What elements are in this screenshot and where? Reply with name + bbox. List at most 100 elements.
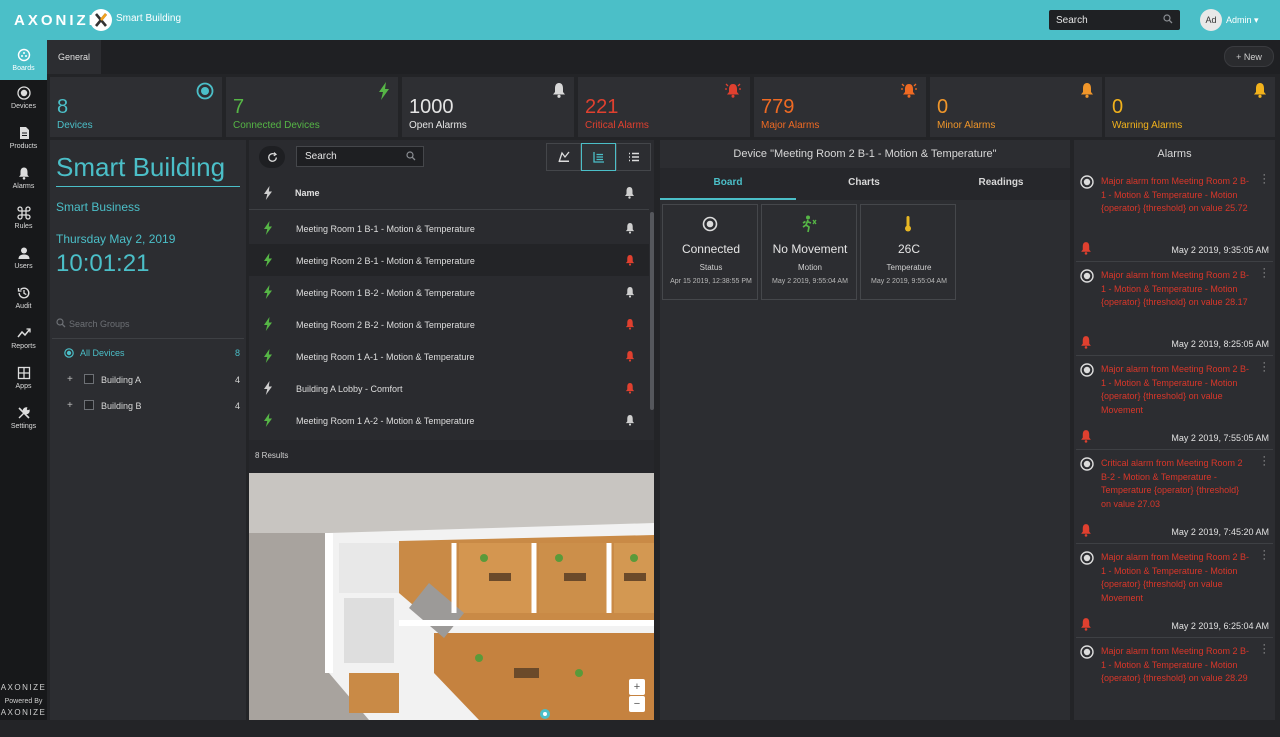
title-underline <box>56 186 240 187</box>
status-card[interactable]: Connected Status Apr 15 2019, 12:38:55 P… <box>662 204 758 300</box>
stat-card-major-alarms[interactable]: 779 Major Alarms <box>754 77 926 137</box>
group-count: 8 <box>234 348 240 358</box>
nav-item-rules[interactable]: Rules <box>0 198 47 238</box>
group-building-b[interactable]: + Building B 4 <box>52 398 244 416</box>
app-logo-icon[interactable] <box>90 9 112 31</box>
stat-card-warning-alarms[interactable]: 0 Warning Alarms <box>1105 77 1275 137</box>
user-menu[interactable]: Admin ▾ <box>1226 15 1259 26</box>
list-view-button[interactable] <box>616 143 651 171</box>
nav-item-devices[interactable]: Devices <box>0 78 47 118</box>
trend-icon <box>16 328 31 338</box>
brand-logo[interactable]: AXONIZE <box>14 12 102 29</box>
search-icon <box>1163 14 1173 27</box>
footer-logo: AXONIZE <box>0 708 47 717</box>
temperature-card[interactable]: 26C Temperature May 2 2019, 9:55:04 AM <box>860 204 956 300</box>
device-row[interactable]: Meeting Room 1 B-2 - Motion & Temperatur… <box>249 276 649 308</box>
stat-card-connected-devices[interactable]: 7 Connected Devices <box>226 77 398 137</box>
alarm-date: May 2 2019, 7:55:05 AM <box>1171 433 1269 443</box>
group-search-input[interactable]: Search Groups <box>56 318 130 330</box>
radio-selected-icon[interactable] <box>64 348 74 360</box>
nav-item-settings[interactable]: Settings <box>0 398 47 438</box>
expand-icon[interactable]: + <box>67 374 73 385</box>
device-row[interactable]: Building A Lobby - Comfort <box>249 372 649 404</box>
nav-item-users[interactable]: Users <box>0 238 47 278</box>
tab-board[interactable]: Board <box>660 170 796 200</box>
bell-icon <box>625 254 635 268</box>
floor-plan-image <box>249 473 654 720</box>
floor-plan-map[interactable]: + − <box>249 473 654 720</box>
alarm-entry[interactable]: Major alarm from Meeting Room 2 B-1 - Mo… <box>1074 358 1275 455</box>
alarm-entry[interactable]: Major alarm from Meeting Room 2 B-1 - Mo… <box>1074 170 1275 267</box>
alarm-status-icon <box>1080 175 1094 194</box>
bell-icon <box>625 350 635 364</box>
bell-icon <box>1080 82 1094 103</box>
nav-item-audit[interactable]: Audit <box>0 278 47 318</box>
boards-icon <box>17 48 30 62</box>
tab-general[interactable]: General <box>47 40 101 74</box>
expand-icon[interactable]: + <box>67 400 73 411</box>
column-header-name[interactable]: Name <box>295 188 320 198</box>
nav-label: Devices <box>11 103 36 110</box>
alarm-entry[interactable]: Major alarm from Meeting Room 2 B-1 - Mo… <box>1074 546 1275 643</box>
device-detail-title: Device "Meeting Room 2 B-1 - Motion & Te… <box>733 148 997 160</box>
avatar[interactable]: Ad <box>1200 9 1222 31</box>
more-options-icon[interactable]: · · · <box>1262 170 1266 189</box>
nav-item-boards[interactable]: Boards <box>0 40 47 80</box>
more-options-icon[interactable]: · · · <box>1262 546 1266 565</box>
powered-by-label: Powered By <box>4 698 43 705</box>
stat-value: 221 <box>585 96 619 118</box>
tab-readings[interactable]: Readings <box>932 170 1070 200</box>
split-view-button[interactable] <box>581 143 616 171</box>
device-row[interactable]: Meeting Room 2 B-2 - Motion & Temperatur… <box>249 308 649 340</box>
stat-card-devices[interactable]: 8 Devices <box>50 77 222 137</box>
stat-card-open-alarms[interactable]: 1000 Open Alarms <box>402 77 574 137</box>
nav-item-products[interactable]: Products <box>0 118 47 158</box>
results-footer <box>249 440 654 473</box>
nav-item-alarms[interactable]: Alarms <box>0 158 47 198</box>
motion-icon <box>800 215 818 238</box>
new-board-button[interactable]: + New <box>1224 46 1274 67</box>
device-row[interactable]: Meeting Room 1 A-2 - Motion & Temperatur… <box>249 404 649 436</box>
alarm-entry[interactable]: Major alarm from Meeting Room 2 B-1 - Mo… <box>1074 264 1275 361</box>
global-search-input[interactable]: Search <box>1049 10 1180 30</box>
history-icon <box>17 287 29 299</box>
device-search-input[interactable]: Search <box>296 146 424 167</box>
tab-charts[interactable]: Charts <box>796 170 932 200</box>
app-name[interactable]: Smart Building <box>116 13 181 24</box>
refresh-button[interactable] <box>259 146 285 168</box>
bolt-icon <box>263 381 273 397</box>
alarm-entry[interactable]: Critical alarm from Meeting Room 2 B-2 -… <box>1074 452 1275 549</box>
group-all-devices[interactable]: All Devices 8 <box>52 345 244 363</box>
more-options-icon[interactable]: · · · <box>1262 358 1266 377</box>
device-search-placeholder: Search <box>305 151 337 162</box>
more-options-icon[interactable]: · · · <box>1262 640 1266 659</box>
device-row[interactable]: Meeting Room 2 B-1 - Motion & Temperatur… <box>249 244 649 276</box>
siren-icon <box>900 82 918 103</box>
map-device-marker-icon[interactable] <box>539 707 551 720</box>
device-list-scrollbar[interactable] <box>650 212 654 410</box>
alarm-status-icon <box>1080 457 1094 476</box>
zoom-in-button[interactable]: + <box>629 679 645 695</box>
nav-item-reports[interactable]: Reports <box>0 318 47 358</box>
group-checkbox[interactable] <box>84 374 94 384</box>
group-building-a[interactable]: + Building A 4 <box>52 372 244 390</box>
group-search-placeholder: Search Groups <box>69 319 130 329</box>
more-options-icon[interactable]: · · · <box>1262 264 1266 283</box>
search-icon <box>406 151 416 164</box>
stat-card-minor-alarms[interactable]: 0 Minor Alarms <box>930 77 1102 137</box>
motion-card[interactable]: No Movement Motion May 2 2019, 9:55:04 A… <box>761 204 857 300</box>
current-date: Thursday May 2, 2019 <box>56 232 176 246</box>
zoom-out-button[interactable]: − <box>629 696 645 712</box>
bell-icon <box>625 222 635 236</box>
nav-item-apps[interactable]: Apps <box>0 358 47 398</box>
card-label: Temperature <box>886 263 932 272</box>
device-name: Meeting Room 1 A-2 - Motion & Temperatur… <box>296 416 475 426</box>
alarm-entry[interactable]: Major alarm from Meeting Room 2 B-1 - Mo… <box>1074 640 1275 737</box>
alarm-message: Critical alarm from Meeting Room 2 B-2 -… <box>1101 458 1243 509</box>
stat-card-critical-alarms[interactable]: 221 Critical Alarms <box>578 77 750 137</box>
map-view-button[interactable] <box>546 143 581 171</box>
more-options-icon[interactable]: · · · <box>1262 452 1266 471</box>
device-row[interactable]: Meeting Room 1 B-1 - Motion & Temperatur… <box>249 212 649 244</box>
device-row[interactable]: Meeting Room 1 A-1 - Motion & Temperatur… <box>249 340 649 372</box>
group-checkbox[interactable] <box>84 400 94 410</box>
